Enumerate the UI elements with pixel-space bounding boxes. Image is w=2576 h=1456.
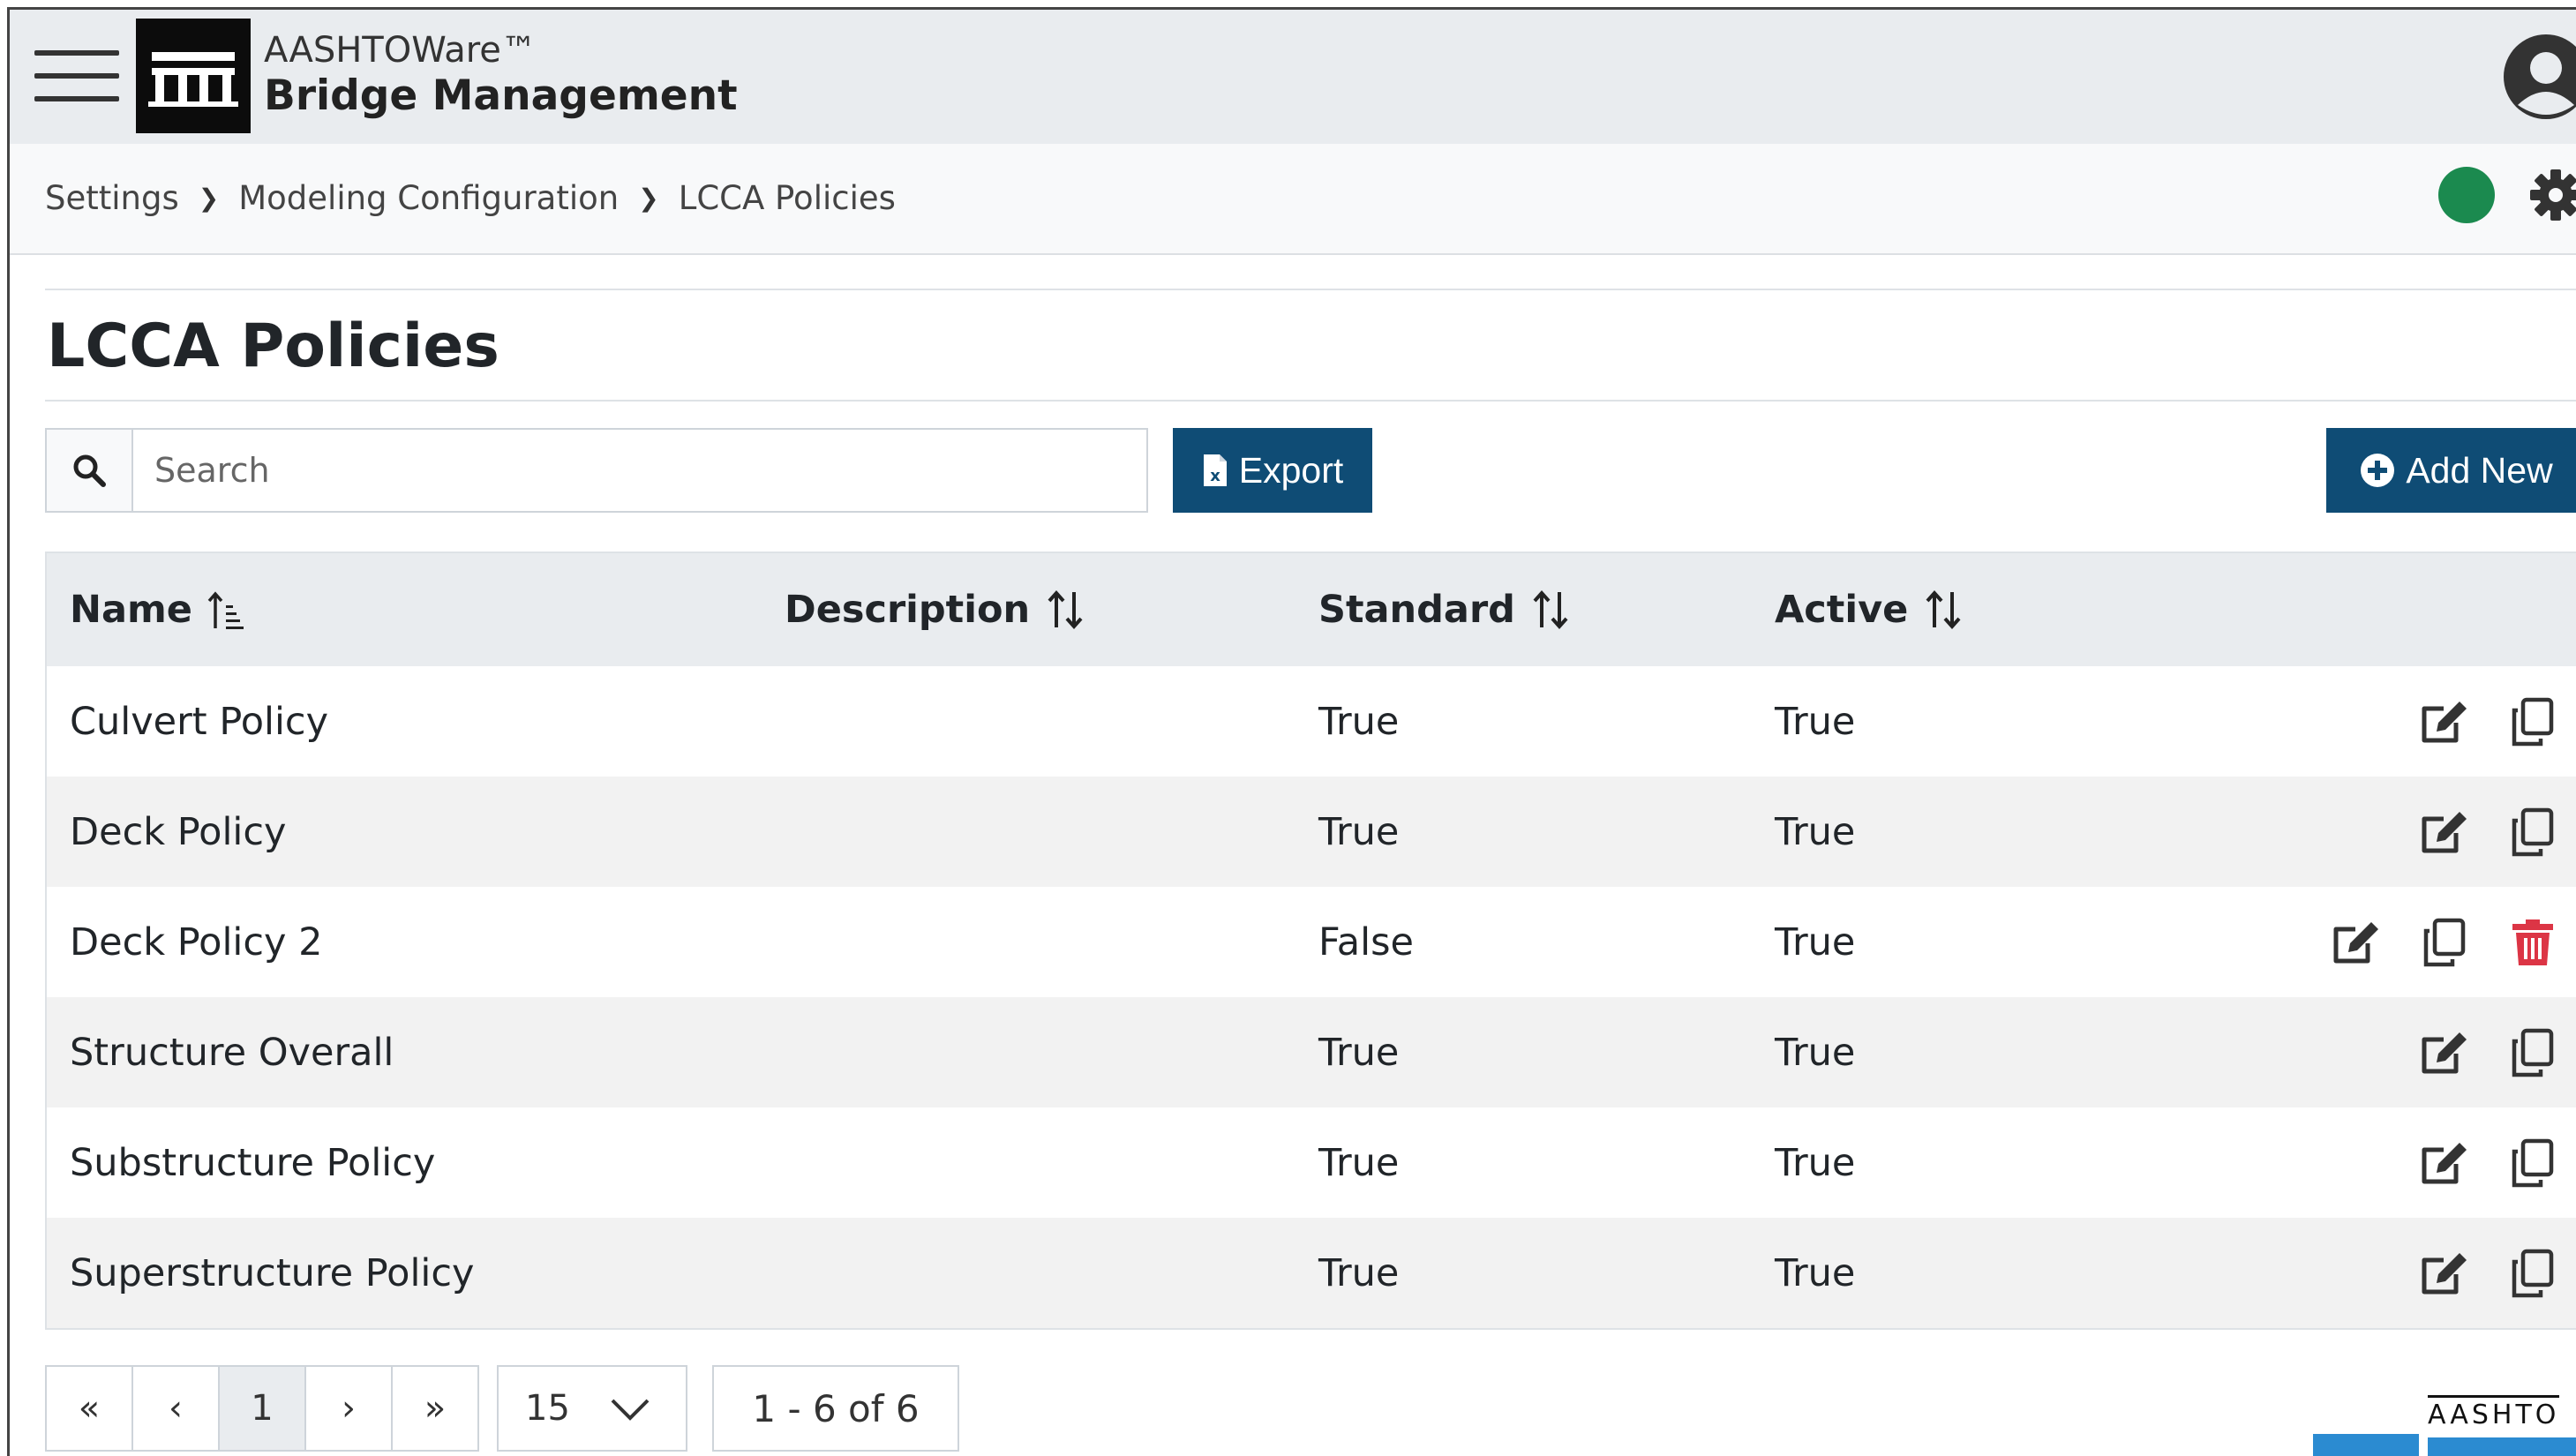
previous-page-button[interactable]: ‹: [133, 1367, 220, 1450]
column-standard-label: Standard: [1318, 588, 1515, 632]
cell-name: Culvert Policy: [70, 699, 329, 744]
edit-icon[interactable]: [2419, 1137, 2470, 1189]
top-header: AASHTOWare™ Bridge Management: [10, 10, 2576, 146]
search-icon: [47, 430, 133, 511]
page-header: LCCA Policies: [45, 289, 2576, 402]
cell-name: Deck Policy 2: [70, 919, 323, 964]
cell-standard: False: [1318, 919, 1414, 964]
cell-standard: True: [1318, 1140, 1400, 1185]
row-actions: [2419, 1107, 2558, 1218]
table-row: Deck Policy True True: [47, 777, 2576, 887]
table-row: Superstructure Policy True True: [47, 1218, 2576, 1328]
column-active-label: Active: [1775, 588, 1909, 632]
export-label: Export: [1238, 449, 1344, 491]
sort-ascending-icon: [207, 591, 244, 629]
brand-line1: AASHTOWare™: [264, 30, 537, 71]
user-avatar-icon[interactable]: [2502, 33, 2576, 121]
page-size-value: 15: [525, 1388, 570, 1429]
breadcrumb-settings[interactable]: Settings: [45, 179, 179, 217]
cell-active: True: [1775, 1250, 1856, 1295]
add-new-button[interactable]: Add New: [2326, 428, 2576, 513]
row-actions: [2331, 887, 2558, 997]
export-button[interactable]: x Export: [1173, 428, 1372, 513]
breadcrumb-separator-icon: ❯: [198, 184, 220, 213]
gear-icon[interactable]: [2529, 169, 2576, 221]
app-frame: AASHTOWare™ Bridge Management Settings ❯…: [7, 7, 2576, 1456]
column-header-description[interactable]: Description: [785, 553, 1086, 666]
bridge-logo-icon: [136, 19, 251, 133]
first-page-button[interactable]: «: [47, 1367, 133, 1450]
row-actions: [2419, 1218, 2558, 1328]
cell-standard: True: [1318, 1030, 1400, 1075]
search-box: [45, 428, 1148, 513]
table-body: Culvert Policy True True Deck Policy True Tru…: [47, 666, 2576, 1328]
breadcrumb-bar: Settings ❯ Modeling Configuration ❯ LCCA…: [10, 144, 2576, 255]
breadcrumb: Settings ❯ Modeling Configuration ❯ LCCA…: [45, 179, 896, 217]
edit-icon[interactable]: [2419, 696, 2470, 747]
cell-active: True: [1775, 699, 1856, 744]
edit-icon[interactable]: [2331, 917, 2382, 968]
copy-icon[interactable]: [2507, 696, 2558, 747]
column-name-label: Name: [70, 588, 192, 632]
table-row: Structure Overall True True: [47, 997, 2576, 1107]
page-title: LCCA Policies: [47, 311, 499, 381]
plus-circle-icon: [2361, 454, 2395, 487]
svg-text:x: x: [1210, 467, 1220, 485]
policies-table: Name Description Standard Active Culvert…: [45, 552, 2576, 1330]
copy-icon[interactable]: [2507, 1248, 2558, 1299]
add-new-label: Add New: [2406, 449, 2553, 491]
excel-file-icon: x: [1203, 454, 1227, 486]
breadcrumb-separator-icon: ❯: [638, 184, 659, 213]
edit-icon[interactable]: [2419, 1248, 2470, 1299]
page-1-button[interactable]: 1: [220, 1367, 306, 1450]
edit-icon[interactable]: [2419, 1027, 2470, 1078]
sort-icon: [1533, 589, 1568, 630]
sort-icon: [1048, 589, 1083, 630]
column-header-standard[interactable]: Standard: [1318, 553, 1572, 666]
page-size-select[interactable]: 15: [497, 1365, 687, 1452]
cell-active: True: [1775, 919, 1856, 964]
cell-standard: True: [1318, 699, 1400, 744]
sort-icon: [1926, 589, 1961, 630]
brand-line2: Bridge Management: [264, 71, 738, 120]
app-title: AASHTOWare™ Bridge Management: [264, 29, 738, 121]
menu-toggle-icon[interactable]: [34, 49, 119, 105]
copy-icon[interactable]: [2419, 917, 2470, 968]
column-description-label: Description: [785, 588, 1031, 632]
cell-name: Structure Overall: [70, 1030, 394, 1075]
table-row: Substructure Policy True True: [47, 1107, 2576, 1218]
cell-active: True: [1775, 1030, 1856, 1075]
table-header: Name Description Standard Active: [47, 553, 2576, 666]
page-info: 1 - 6 of 6: [712, 1365, 959, 1452]
delete-icon[interactable]: [2507, 917, 2558, 968]
next-page-button[interactable]: ›: [306, 1367, 393, 1450]
column-header-active[interactable]: Active: [1775, 553, 1964, 666]
edit-icon[interactable]: [2419, 807, 2470, 858]
column-header-name[interactable]: Name: [70, 553, 245, 666]
table-row: Culvert Policy True True: [47, 666, 2576, 777]
cell-standard: True: [1318, 1250, 1400, 1295]
cell-standard: True: [1318, 809, 1400, 854]
footer-logo-text: AASHTO: [2428, 1395, 2560, 1430]
cell-name: Deck Policy: [70, 809, 287, 854]
chevron-down-icon: [611, 1399, 650, 1421]
connection-status-icon: [2438, 167, 2495, 223]
pagination: « ‹ 1 › »: [45, 1365, 479, 1452]
row-actions: [2419, 777, 2558, 887]
copy-icon[interactable]: [2507, 807, 2558, 858]
search-input[interactable]: [133, 430, 1145, 511]
cell-active: True: [1775, 1140, 1856, 1185]
breadcrumb-modeling-configuration[interactable]: Modeling Configuration: [238, 179, 619, 217]
table-row: Deck Policy 2 False True: [47, 887, 2576, 997]
cell-name: Substructure Policy: [70, 1140, 436, 1185]
copy-icon[interactable]: [2507, 1137, 2558, 1189]
breadcrumb-current: LCCA Policies: [678, 179, 896, 217]
copy-icon[interactable]: [2507, 1027, 2558, 1078]
cell-name: Superstructure Policy: [70, 1250, 475, 1295]
cell-active: True: [1775, 809, 1856, 854]
row-actions: [2419, 666, 2558, 777]
aashto-logo: AASHTO: [2313, 1388, 2576, 1456]
row-actions: [2419, 997, 2558, 1107]
last-page-button[interactable]: »: [393, 1367, 477, 1450]
